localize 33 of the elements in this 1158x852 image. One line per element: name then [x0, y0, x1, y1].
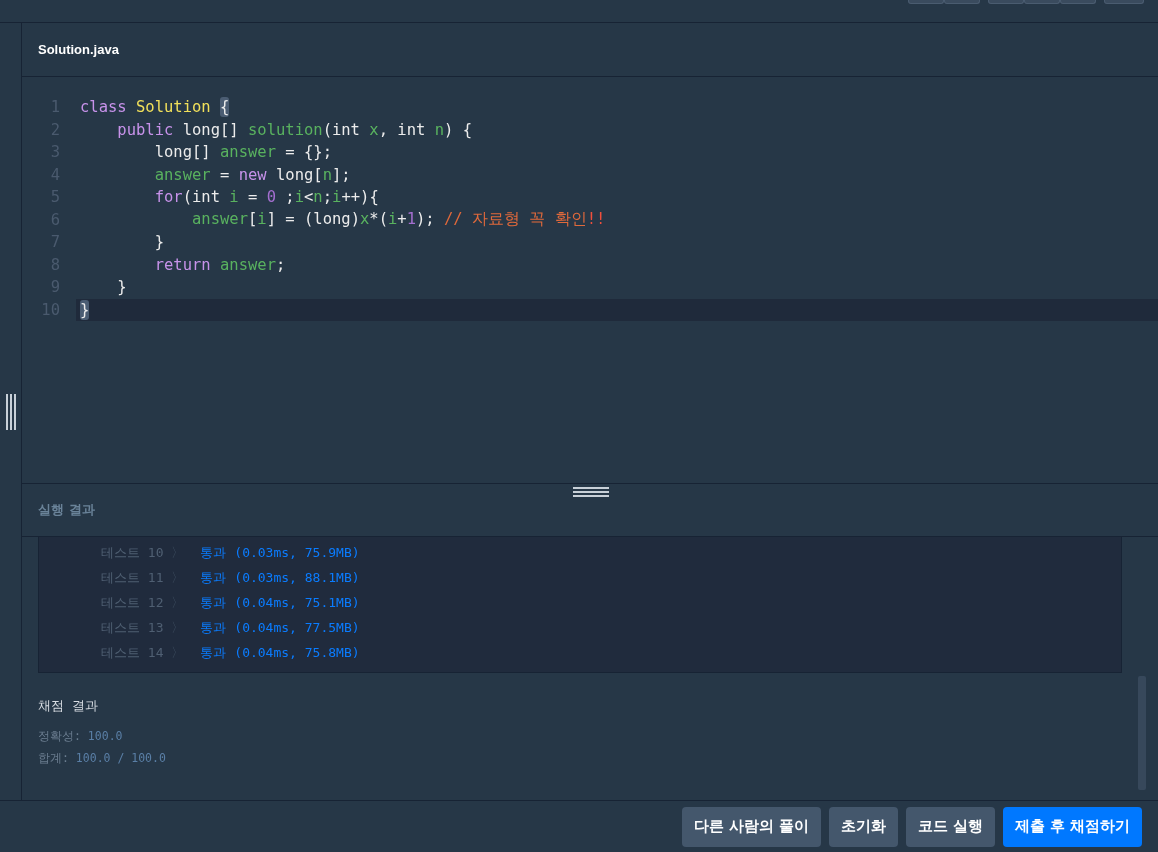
- code-line: answer = new long[n];: [153, 165, 351, 184]
- chevron-icon: 〉: [171, 593, 185, 612]
- panel-title: 실행 결과: [38, 501, 95, 519]
- chevron-icon: 〉: [171, 618, 185, 637]
- code-line: for(int i = 0 ;i<n;i++){: [153, 188, 379, 207]
- code-line: class Solution {: [80, 98, 230, 117]
- code-line: answer[i] = (long)x*(i+1); // 자료형 꼭 확인!!: [190, 209, 606, 231]
- chevron-icon: 〉: [171, 568, 185, 587]
- code-line: }: [116, 278, 127, 297]
- chevron-icon: 〉: [171, 543, 185, 562]
- code-line: }: [80, 300, 90, 319]
- code-line: return answer;: [153, 255, 286, 274]
- drag-handle-icon[interactable]: [573, 487, 609, 497]
- action-button[interactable]: 초기화: [828, 806, 898, 847]
- code-line: long[] answer = {};: [153, 143, 332, 162]
- test-result: 통과 (0.03ms, 88.1MB): [200, 568, 360, 587]
- test-result: 통과 (0.04ms, 75.1MB): [200, 593, 360, 612]
- action-button[interactable]: 코드 실행: [905, 806, 995, 847]
- test-result: 통과 (0.04ms, 77.5MB): [200, 618, 360, 637]
- test-result: 통과 (0.04ms, 75.8MB): [200, 643, 360, 662]
- code-line: public long[] solution(int x, int n) {: [116, 120, 472, 139]
- submit-button[interactable]: 제출 후 채점하기: [1002, 806, 1142, 847]
- chevron-icon: 〉: [171, 643, 185, 662]
- action-button[interactable]: 다른 사람의 풀이: [681, 806, 821, 847]
- code-line: }: [153, 233, 164, 252]
- stat-label: 합계:: [38, 750, 70, 766]
- test-result: 통과 (0.03ms, 75.9MB): [200, 543, 360, 562]
- grading-title: 채점 결과: [38, 697, 99, 715]
- stat-label: 정확성:: [38, 728, 82, 744]
- stat-value: 100.0: [87, 729, 123, 743]
- resize-handle-icon[interactable]: [5, 393, 16, 430]
- file-tab-title[interactable]: Solution.java: [38, 42, 119, 57]
- stat-value: 100.0 / 100.0: [75, 751, 166, 765]
